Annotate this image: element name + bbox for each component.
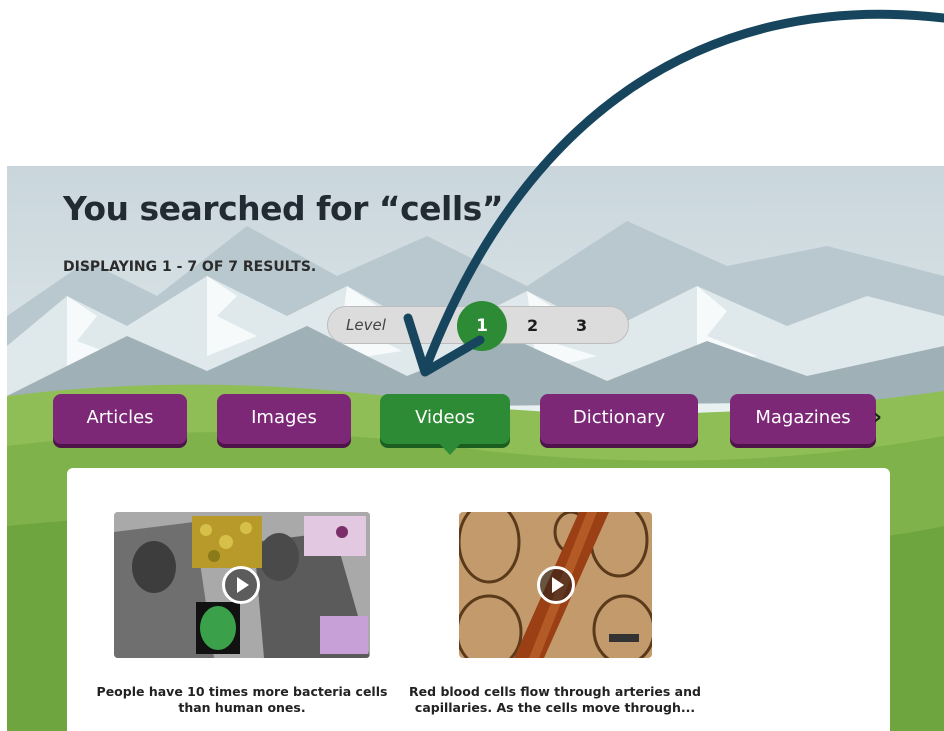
play-icon[interactable] [222,566,260,604]
video-caption[interactable]: People have 10 times more bacteria cells… [92,684,392,716]
level-option-1[interactable]: 1 [457,301,507,351]
video-caption[interactable]: Red blood cells flow through arteries an… [405,684,705,716]
level-option-2[interactable]: 2 [527,316,538,335]
video-thumbnail[interactable] [114,512,370,658]
results-panel: People have 10 times more bacteria cells… [67,468,890,731]
tab-magazines[interactable]: Magazines [730,394,876,444]
video-thumbnail[interactable] [459,512,652,658]
level-selector: Level 1 2 3 [327,301,629,351]
level-option-3[interactable]: 3 [576,316,587,335]
results-count: DISPLAYING 1 - 7 OF 7 RESULTS. [63,259,317,275]
page-title: You searched for “cells” [63,189,504,228]
active-tab-pointer [438,442,462,455]
chevron-right-icon[interactable]: › [873,405,882,430]
tab-videos[interactable]: Videos [380,394,510,444]
play-icon[interactable] [537,566,575,604]
tab-images[interactable]: Images [217,394,351,444]
results-hero: You searched for “cells” DISPLAYING 1 - … [7,166,944,731]
tab-articles[interactable]: Articles [53,394,187,444]
level-label: Level [346,316,386,334]
tab-dictionary[interactable]: Dictionary [540,394,698,444]
